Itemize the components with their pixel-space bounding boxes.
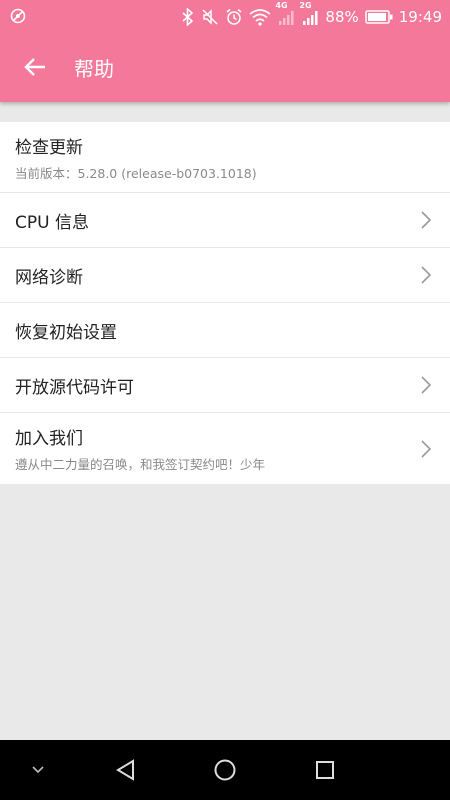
- status-right: 4G 2G 88% 19:49: [181, 1, 442, 29]
- recents-nav-button[interactable]: [304, 740, 346, 800]
- triangle-back-icon: [116, 759, 134, 781]
- network-4g: 4G: [275, 1, 295, 26]
- status-bar: 4G 2G 88% 19:49: [0, 0, 450, 34]
- app-header: 4G 2G 88% 19:49 帮助: [0, 0, 450, 102]
- chevron-down-icon: [32, 766, 44, 774]
- bluetooth-icon: [182, 8, 194, 26]
- network-4g-label: 4G: [275, 1, 288, 10]
- list-item-reset-settings[interactable]: 恢复初始设置: [0, 303, 450, 358]
- list-item-title: 加入我们: [15, 429, 83, 449]
- list-item-title: 检查更新: [15, 137, 83, 158]
- chevron-right-icon: [421, 439, 432, 458]
- help-list: 检查更新 当前版本：5.28.0 (release-b0703.1018) CP…: [0, 122, 450, 484]
- blocked-notification-icon: [10, 8, 26, 24]
- back-nav-button[interactable]: [105, 740, 147, 800]
- page-title: 帮助: [74, 56, 114, 81]
- list-item-subtitle: 当前版本：5.28.0 (release-b0703.1018): [15, 165, 257, 181]
- toolbar: 帮助: [0, 34, 450, 100]
- list-item-subtitle: 遵从中二力量的召唤，和我签订契约吧！少年: [15, 457, 266, 472]
- network-2g: 2G: [299, 1, 319, 26]
- battery-icon: [365, 10, 393, 24]
- battery-percent: 88%: [325, 8, 359, 26]
- circle-home-icon: [214, 759, 236, 781]
- list-item-cpu-info[interactable]: CPU 信息: [0, 193, 450, 248]
- list-item-title: 开放源代码许可: [15, 377, 134, 398]
- network-2g-label: 2G: [299, 1, 312, 10]
- list-item-open-source-licenses[interactable]: 开放源代码许可: [0, 358, 450, 413]
- home-nav-button[interactable]: [204, 740, 246, 800]
- system-nav-bar: [0, 740, 450, 800]
- mute-icon: [202, 9, 218, 25]
- signal-icon: [303, 11, 318, 25]
- signal-icon: [279, 11, 294, 25]
- alarm-icon: [226, 8, 242, 25]
- chevron-right-icon: [421, 211, 432, 229]
- status-time: 19:49: [398, 8, 442, 26]
- list-item-title: CPU 信息: [15, 212, 89, 233]
- arrow-left-icon: [24, 58, 45, 76]
- wifi-icon: [249, 9, 271, 26]
- list-item-network-diagnosis[interactable]: 网络诊断: [0, 248, 450, 303]
- hide-nav-button[interactable]: [20, 740, 56, 800]
- chevron-right-icon: [421, 376, 432, 394]
- square-recents-icon: [316, 761, 334, 779]
- list-item-title: 恢复初始设置: [15, 322, 117, 343]
- list-item-check-update[interactable]: 检查更新 当前版本：5.28.0 (release-b0703.1018): [0, 122, 450, 193]
- list-item-join-us[interactable]: 加入我们 遵从中二力量的召唤，和我签订契约吧！少年: [0, 413, 450, 484]
- list-item-title: 网络诊断: [15, 267, 83, 288]
- status-left: [10, 8, 26, 28]
- back-button[interactable]: [0, 34, 70, 100]
- chevron-right-icon: [421, 266, 432, 284]
